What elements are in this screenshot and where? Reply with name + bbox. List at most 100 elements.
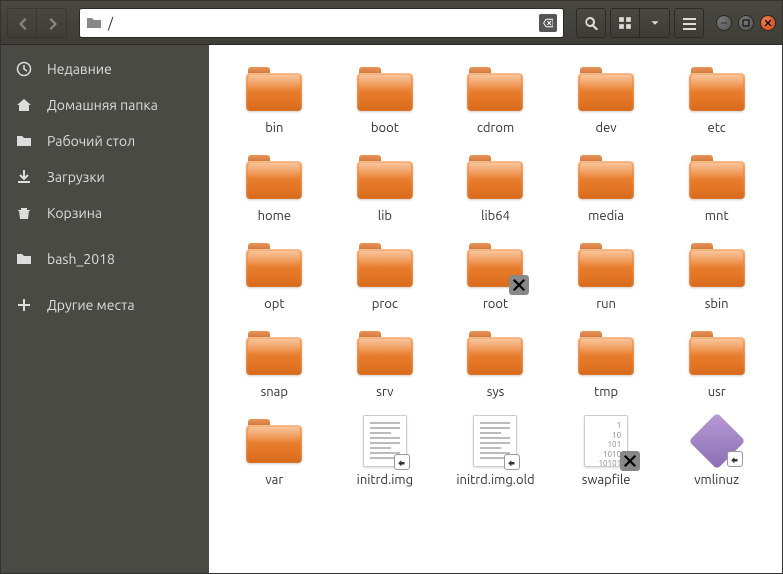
file-item-label: sys [487, 385, 505, 399]
view-menu-button[interactable] [640, 8, 670, 38]
clear-location-button[interactable] [539, 14, 557, 32]
file-item[interactable]: run [551, 235, 662, 313]
file-item-label: root [483, 297, 508, 311]
file-item[interactable]: usr [661, 323, 772, 401]
file-item-label: usr [708, 385, 726, 399]
file-item-label: srv [376, 385, 393, 399]
content-view[interactable]: bin boot cdrom dev etc home lib lib64 media mnt op… [209, 45, 782, 573]
sidebar-item-plus[interactable]: Другие места [1, 287, 209, 323]
file-item-label: bin [265, 121, 283, 135]
folder-icon [246, 67, 302, 111]
file-item[interactable]: var [219, 411, 330, 489]
file-item[interactable]: sbin [661, 235, 772, 313]
menu-icon [682, 16, 696, 30]
sidebar-item-folder[interactable]: Рабочий стол [1, 123, 209, 159]
main: Недавние Домашняя папка Рабочий стол Загруз… [1, 45, 782, 573]
document-icon [363, 415, 407, 467]
file-item-label: lib [378, 209, 392, 223]
sidebar-item-home[interactable]: Домашняя папка [1, 87, 209, 123]
file-item[interactable]: home [219, 147, 330, 225]
file-item[interactable]: initrd.img.old [440, 411, 551, 489]
folder-icon [15, 250, 33, 268]
nav-group [7, 8, 67, 38]
toolbar: / [1, 1, 782, 45]
folder-icon [689, 155, 745, 199]
close-button[interactable] [760, 15, 776, 31]
symlink-badge-icon [504, 454, 520, 470]
folder-icon [246, 155, 302, 199]
folder-icon [357, 243, 413, 287]
file-item[interactable]: lib64 [440, 147, 551, 225]
file-item[interactable]: media [551, 147, 662, 225]
file-item-label: boot [371, 121, 399, 135]
file-item[interactable]: lib [330, 147, 441, 225]
icon-grid: bin boot cdrom dev etc home lib lib64 media mnt op… [219, 59, 772, 489]
file-item-label: swapfile [582, 473, 631, 487]
sidebar: Недавние Домашняя папка Рабочий стол Загруз… [1, 45, 209, 573]
document-icon [473, 415, 517, 467]
file-item[interactable]: bin [219, 59, 330, 137]
file-item[interactable]: boot [330, 59, 441, 137]
sidebar-item-label: Корзина [47, 205, 102, 221]
folder-icon [689, 331, 745, 375]
file-item[interactable]: etc [661, 59, 772, 137]
file-item-label: mnt [705, 209, 729, 223]
search-button[interactable] [576, 8, 606, 38]
trash-icon [15, 204, 33, 222]
minimize-icon [720, 19, 728, 27]
plus-icon [15, 296, 33, 314]
file-item-label: var [265, 473, 283, 487]
chevron-right-icon [45, 16, 59, 30]
no-access-badge-icon [620, 451, 640, 471]
folder-icon [357, 67, 413, 111]
close-icon [764, 19, 772, 27]
file-item[interactable]: initrd.img [330, 411, 441, 489]
home-icon [15, 96, 33, 114]
folder-icon [578, 155, 634, 199]
sidebar-item-folder[interactable]: bash_2018 [1, 241, 209, 277]
sidebar-item-label: Загрузки [47, 169, 105, 185]
folder-icon [246, 243, 302, 287]
file-item-label: snap [261, 385, 288, 399]
folder-icon [578, 331, 634, 375]
file-item-label: vmlinuz [694, 473, 739, 487]
file-item[interactable]: snap [219, 323, 330, 401]
file-item[interactable]: 110101101010101swapfile [551, 411, 662, 489]
backspace-icon [543, 18, 553, 28]
file-item[interactable]: tmp [551, 323, 662, 401]
file-item[interactable]: mnt [661, 147, 772, 225]
folder-icon [467, 331, 523, 375]
file-item[interactable]: vmlinuz [661, 411, 772, 489]
folder-icon [689, 243, 745, 287]
file-item-label: opt [264, 297, 284, 311]
window-controls [716, 15, 776, 31]
hamburger-menu-button[interactable] [674, 8, 704, 38]
sidebar-item-download[interactable]: Загрузки [1, 159, 209, 195]
sidebar-item-label: bash_2018 [47, 251, 115, 267]
symlink-badge-icon [394, 454, 410, 470]
file-item[interactable]: proc [330, 235, 441, 313]
file-item[interactable]: srv [330, 323, 441, 401]
sidebar-item-clock[interactable]: Недавние [1, 51, 209, 87]
sidebar-item-label: Другие места [47, 297, 135, 313]
file-item[interactable]: dev [551, 59, 662, 137]
minimize-button[interactable] [716, 15, 732, 31]
file-item-label: lib64 [481, 209, 510, 223]
file-item[interactable]: sys [440, 323, 551, 401]
file-item-label: tmp [594, 385, 618, 399]
location-bar[interactable]: / [79, 8, 564, 38]
folder-icon [578, 67, 634, 111]
view-mode-button[interactable] [610, 8, 640, 38]
file-item[interactable]: opt [219, 235, 330, 313]
forward-button[interactable] [37, 8, 67, 38]
sidebar-item-label: Домашняя папка [47, 97, 158, 113]
back-button[interactable] [7, 8, 37, 38]
view-group [610, 8, 670, 38]
maximize-button[interactable] [738, 15, 754, 31]
sidebar-item-trash[interactable]: Корзина [1, 195, 209, 231]
search-icon [584, 16, 598, 30]
location-text: / [108, 15, 539, 31]
file-item-label: dev [596, 121, 617, 135]
file-item[interactable]: root [440, 235, 551, 313]
file-item[interactable]: cdrom [440, 59, 551, 137]
